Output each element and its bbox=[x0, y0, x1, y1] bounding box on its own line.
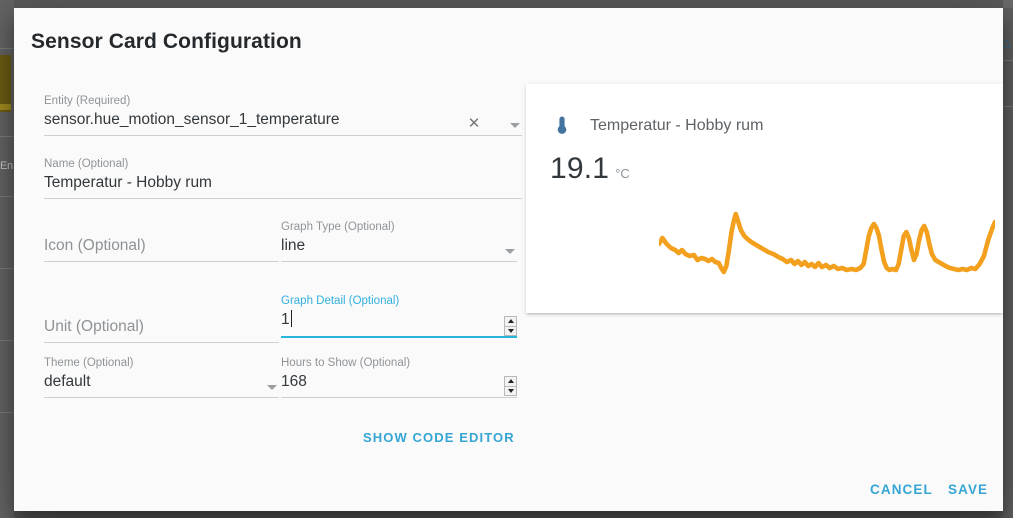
background-divider bbox=[0, 412, 13, 413]
spinner-up[interactable] bbox=[505, 377, 516, 386]
field-underline bbox=[44, 198, 522, 199]
preview-state: 19.1 °C bbox=[550, 152, 630, 186]
preview-header: Temperatur - Hobby rum bbox=[550, 114, 763, 138]
close-icon[interactable]: ✕ bbox=[466, 116, 482, 132]
background-divider bbox=[0, 48, 13, 49]
hours-to-show-field[interactable]: Hours to Show (Optional) 168 bbox=[281, 356, 517, 398]
icon-input[interactable]: Icon (Optional) bbox=[44, 234, 279, 258]
graph-type-select[interactable]: line bbox=[281, 234, 517, 258]
unit-field[interactable]: Unit (Optional) bbox=[44, 315, 279, 343]
graph-detail-field[interactable]: Graph Detail (Optional) 1 bbox=[281, 294, 517, 338]
preview-title: Temperatur - Hobby rum bbox=[590, 117, 764, 134]
theme-label: Theme (Optional) bbox=[44, 357, 134, 369]
number-spinner-icon[interactable] bbox=[504, 376, 517, 396]
name-field[interactable]: Name (Optional) Temperatur - Hobby rum bbox=[44, 157, 522, 199]
chevron-down-icon[interactable] bbox=[505, 249, 515, 254]
chevron-down-icon[interactable] bbox=[510, 123, 520, 128]
graph-detail-input[interactable]: 1 bbox=[281, 308, 517, 332]
spinner-down[interactable] bbox=[505, 385, 516, 396]
field-underline bbox=[281, 336, 517, 338]
page-title: Sensor Card Configuration bbox=[31, 30, 302, 53]
name-input[interactable]: Temperatur - Hobby rum bbox=[44, 171, 522, 195]
graph-type-label: Graph Type (Optional) bbox=[281, 221, 395, 233]
background-divider bbox=[0, 136, 13, 137]
field-underline bbox=[44, 135, 522, 136]
text-caret bbox=[290, 310, 292, 327]
entity-label: Entity (Required) bbox=[44, 95, 131, 107]
icon-field[interactable]: Icon (Optional) bbox=[44, 234, 279, 262]
graph-detail-value: 1 bbox=[281, 311, 290, 328]
field-underline bbox=[281, 397, 517, 398]
field-underline bbox=[44, 342, 279, 343]
cancel-button[interactable]: CANCEL bbox=[870, 482, 933, 497]
spinner-up[interactable] bbox=[505, 317, 516, 326]
spinner-down[interactable] bbox=[505, 325, 516, 336]
field-underline bbox=[44, 261, 279, 262]
show-code-editor-button[interactable]: SHOW CODE EDITOR bbox=[363, 430, 515, 445]
chevron-down-icon[interactable] bbox=[267, 385, 277, 390]
background-divider bbox=[0, 196, 13, 197]
field-underline bbox=[281, 261, 517, 262]
state-unit: °C bbox=[615, 166, 630, 181]
field-underline bbox=[44, 397, 279, 398]
background-divider bbox=[0, 340, 13, 341]
background-top-strip bbox=[1003, 0, 1013, 8]
graph-type-field[interactable]: Graph Type (Optional) line bbox=[281, 220, 517, 262]
background-divider bbox=[1003, 106, 1013, 107]
sensor-card-preview: Temperatur - Hobby rum 19.1 °C bbox=[526, 84, 1003, 313]
unit-input[interactable]: Unit (Optional) bbox=[44, 315, 279, 339]
background-divider bbox=[1003, 60, 1013, 61]
background-icon: △ bbox=[1002, 37, 1011, 49]
name-label: Name (Optional) bbox=[44, 158, 129, 170]
background-partial-text: En bbox=[0, 160, 13, 172]
thermometer-icon bbox=[557, 116, 567, 134]
graph-detail-label: Graph Detail (Optional) bbox=[281, 295, 400, 307]
background-olive-accent bbox=[0, 104, 11, 110]
entity-input[interactable]: sensor.hue_motion_sensor_1_temperature bbox=[44, 108, 522, 132]
hours-to-show-input[interactable]: 168 bbox=[281, 370, 517, 394]
sensor-sparkline-chart bbox=[659, 206, 995, 298]
save-button[interactable]: SAVE bbox=[948, 482, 988, 497]
number-spinner-icon[interactable] bbox=[504, 316, 517, 336]
background-right-column bbox=[1003, 0, 1013, 518]
background-divider bbox=[0, 268, 13, 269]
theme-field[interactable]: Theme (Optional) default bbox=[44, 356, 279, 398]
hours-to-show-label: Hours to Show (Optional) bbox=[281, 357, 411, 369]
state-value: 19.1 bbox=[550, 152, 610, 185]
entity-field[interactable]: Entity (Required) sensor.hue_motion_sens… bbox=[44, 94, 522, 136]
sensor-card-configuration-dialog: Sensor Card Configuration Entity (Requir… bbox=[14, 8, 1003, 511]
theme-select[interactable]: default bbox=[44, 370, 279, 394]
